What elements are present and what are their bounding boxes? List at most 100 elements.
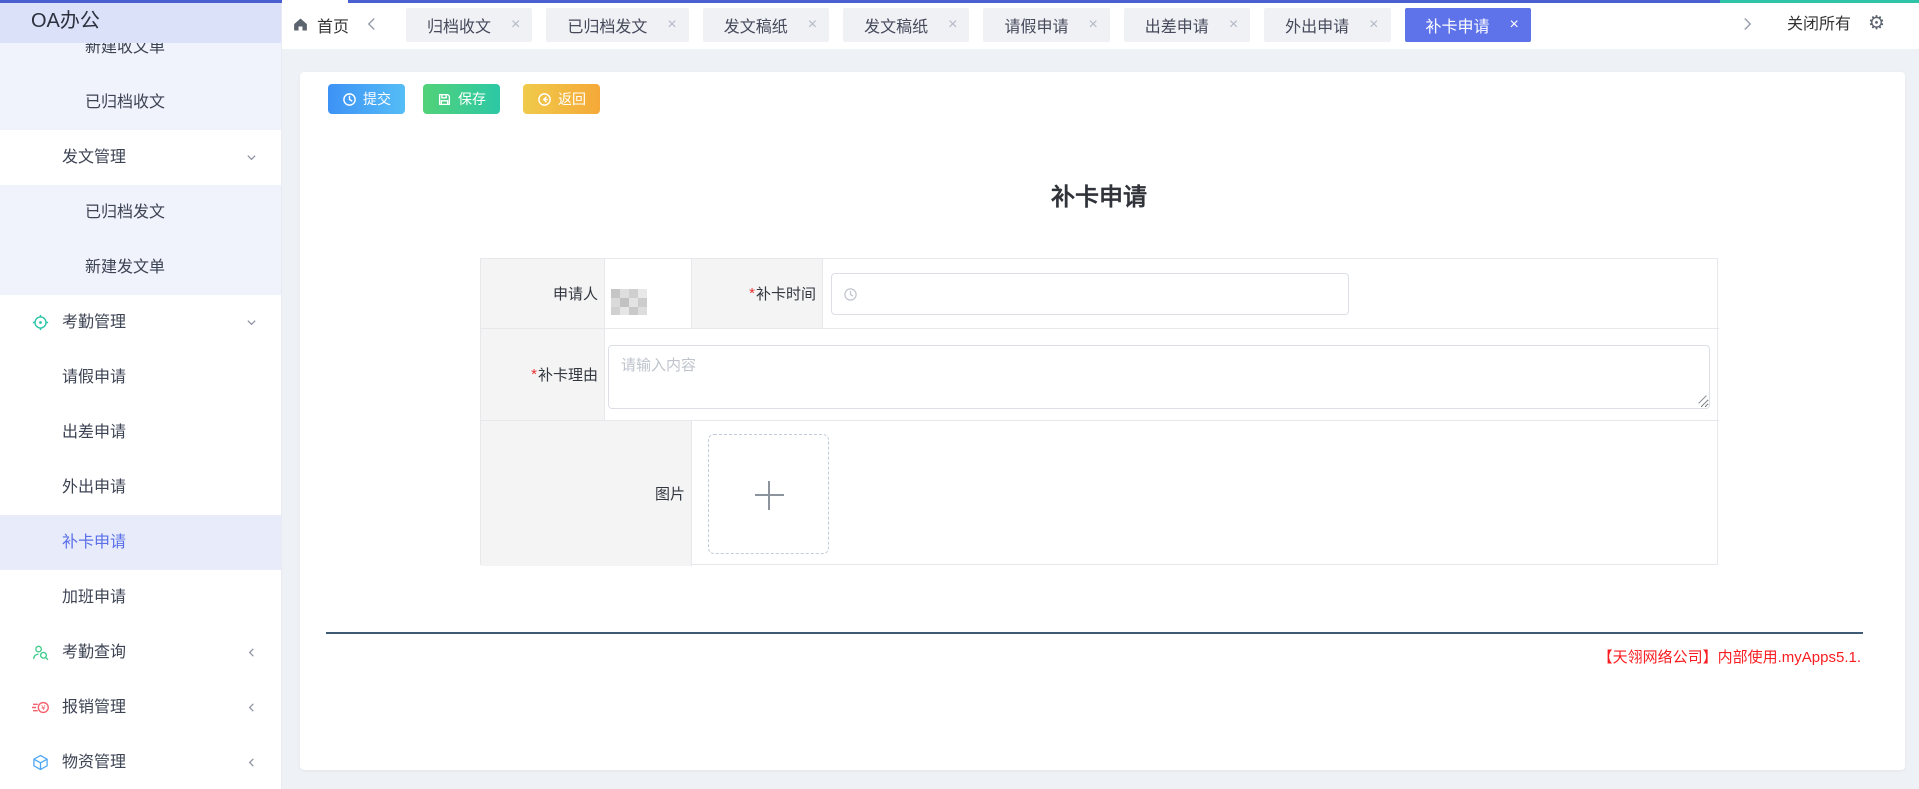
tab-close-icon[interactable]: × bbox=[1229, 17, 1238, 33]
home-icon bbox=[292, 16, 309, 33]
tab-label: 请假申请 bbox=[1004, 13, 1068, 37]
progress-line-teal bbox=[1720, 0, 1919, 3]
content-area: 提交 保存 返回 补卡申请 申请人 bbox=[282, 49, 1919, 789]
sidebar-item-label: 已归档收文 bbox=[85, 75, 165, 130]
tab-0[interactable]: 归档收文 × bbox=[406, 8, 532, 42]
sidebar-menu: 新建收文单 已归档收文 发文管理 已归档发文 新建发文单 考勤管理 请假申请 出… bbox=[0, 43, 281, 789]
sidebar-item-4[interactable]: 新建发文单 bbox=[0, 240, 281, 295]
sidebar-item-label: 补卡申请 bbox=[62, 515, 126, 570]
tab-label: 归档收文 bbox=[427, 13, 491, 37]
sidebar: OA办公 新建收文单 已归档收文 发文管理 已归档发文 新建发文单 考勤管理 请… bbox=[0, 0, 282, 789]
sidebar-item-11[interactable]: 考勤查询 bbox=[0, 625, 281, 680]
tab-6[interactable]: 外出申请 × bbox=[1264, 8, 1390, 42]
applicant-label-cell: 申请人 bbox=[481, 259, 605, 329]
sidebar-item-9[interactable]: 补卡申请 bbox=[0, 515, 281, 570]
sidebar-item-label: 新建发文单 bbox=[85, 240, 165, 295]
sidebar-item-6[interactable]: 请假申请 bbox=[0, 350, 281, 405]
reason-label-cell: *补卡理由 bbox=[481, 329, 605, 421]
sidebar-item-13[interactable]: 物资管理 bbox=[0, 735, 281, 789]
person-search-icon bbox=[32, 644, 49, 661]
tab-close-icon[interactable]: × bbox=[511, 17, 520, 33]
sidebar-item-label: 请假申请 bbox=[62, 350, 126, 405]
required-mark: * bbox=[749, 285, 755, 302]
progress-line-blue bbox=[348, 0, 1720, 3]
time-label: 补卡时间 bbox=[756, 283, 816, 304]
applicant-value-cell bbox=[605, 259, 692, 329]
tab-label: 外出申请 bbox=[1285, 13, 1349, 37]
tab-1[interactable]: 已归档发文 × bbox=[546, 8, 688, 42]
required-mark: * bbox=[531, 366, 537, 383]
plus-icon bbox=[768, 481, 770, 510]
time-label-cell: *补卡时间 bbox=[692, 259, 823, 329]
tab-close-icon[interactable]: × bbox=[1369, 17, 1378, 33]
sidebar-item-label: 新建收文单 bbox=[85, 43, 165, 75]
sidebar-item-label: 考勤查询 bbox=[62, 625, 126, 680]
app-title: OA办公 bbox=[0, 0, 281, 43]
image-value-cell bbox=[692, 421, 1719, 566]
submit-button[interactable]: 提交 bbox=[328, 84, 405, 114]
sidebar-item-label: 出差申请 bbox=[62, 405, 126, 460]
save-button[interactable]: 保存 bbox=[423, 84, 500, 114]
sidebar-item-label: 发文管理 bbox=[62, 130, 126, 185]
sidebar-item-label: 加班申请 bbox=[62, 570, 126, 625]
reason-textarea[interactable] bbox=[608, 345, 1710, 409]
sidebar-item-0[interactable]: 新建收文单 bbox=[0, 43, 281, 75]
time-value-cell bbox=[823, 259, 1719, 329]
progress-line-blue bbox=[0, 0, 282, 3]
sidebar-item-8[interactable]: 外出申请 bbox=[0, 460, 281, 515]
sidebar-item-10[interactable]: 加班申请 bbox=[0, 570, 281, 625]
tab-2[interactable]: 发文稿纸 × bbox=[703, 8, 829, 42]
tab-close-icon[interactable]: × bbox=[808, 17, 817, 33]
home-tab-label: 首页 bbox=[317, 13, 349, 37]
chevron-left-icon bbox=[246, 757, 257, 768]
form-panel: 提交 保存 返回 补卡申请 申请人 bbox=[300, 72, 1905, 770]
sidebar-item-label: 报销管理 bbox=[62, 680, 126, 735]
tab-close-icon[interactable]: × bbox=[1088, 17, 1097, 33]
tab-scroll-right-icon[interactable] bbox=[1742, 14, 1756, 34]
image-upload-button[interactable] bbox=[708, 434, 829, 554]
image-label: 图片 bbox=[655, 483, 685, 504]
tab-scroll-left-icon[interactable] bbox=[366, 14, 380, 34]
sidebar-item-label: 外出申请 bbox=[62, 460, 126, 515]
tab-3[interactable]: 发文稿纸 × bbox=[843, 8, 969, 42]
tab-7[interactable]: 补卡申请 × bbox=[1405, 8, 1531, 42]
tab-label: 发文稿纸 bbox=[724, 13, 788, 37]
tab-close-icon[interactable]: × bbox=[948, 17, 957, 33]
sidebar-item-2[interactable]: 发文管理 bbox=[0, 130, 281, 185]
redacted-applicant-value bbox=[611, 289, 647, 315]
sidebar-item-12[interactable]: ¥ 报销管理 bbox=[0, 680, 281, 735]
time-picker-input[interactable] bbox=[831, 273, 1349, 315]
gear-icon[interactable]: ⚙ bbox=[1868, 0, 1885, 49]
image-label-cell: 图片 bbox=[481, 421, 692, 566]
close-all-button[interactable]: 关闭所有 bbox=[1787, 0, 1851, 49]
tab-close-icon[interactable]: × bbox=[667, 17, 676, 33]
back-arrow-icon bbox=[537, 92, 552, 107]
applicant-label: 申请人 bbox=[553, 283, 598, 304]
expense-icon: ¥ bbox=[32, 699, 49, 716]
submit-button-label: 提交 bbox=[363, 89, 391, 109]
page-title: 补卡申请 bbox=[480, 177, 1718, 212]
reason-value-cell bbox=[605, 329, 1719, 421]
footer-notice: 【天翎网络公司】内部使用.myApps5.1. bbox=[1598, 646, 1861, 667]
form-table: 申请人 *补卡时间 *补卡理由 bbox=[480, 258, 1718, 565]
sidebar-item-1[interactable]: 已归档收文 bbox=[0, 75, 281, 130]
sidebar-item-3[interactable]: 已归档发文 bbox=[0, 185, 281, 240]
sidebar-item-5[interactable]: 考勤管理 bbox=[0, 295, 281, 350]
sidebar-item-label: 物资管理 bbox=[62, 735, 126, 789]
chevron-down-icon bbox=[246, 152, 257, 163]
chevron-down-icon bbox=[246, 317, 257, 328]
tab-bar: 首页 归档收文 × 已归档发文 × 发文稿纸 × 发文稿纸 × 请假申请 × 出… bbox=[282, 0, 1919, 49]
clock-icon bbox=[342, 92, 357, 107]
tab-4[interactable]: 请假申请 × bbox=[983, 8, 1109, 42]
tab-home[interactable]: 首页 bbox=[292, 0, 349, 49]
tab-5[interactable]: 出差申请 × bbox=[1124, 8, 1250, 42]
sidebar-item-7[interactable]: 出差申请 bbox=[0, 405, 281, 460]
chevron-left-icon bbox=[246, 702, 257, 713]
floppy-icon bbox=[437, 92, 452, 107]
sidebar-item-label: 已归档发文 bbox=[85, 185, 165, 240]
tab-close-icon[interactable]: × bbox=[1510, 17, 1519, 33]
back-button[interactable]: 返回 bbox=[523, 84, 600, 114]
tab-label: 补卡申请 bbox=[1426, 13, 1490, 37]
tab-strip: 归档收文 × 已归档发文 × 发文稿纸 × 发文稿纸 × 请假申请 × 出差申请… bbox=[406, 8, 1736, 42]
svg-text:¥: ¥ bbox=[41, 703, 46, 712]
